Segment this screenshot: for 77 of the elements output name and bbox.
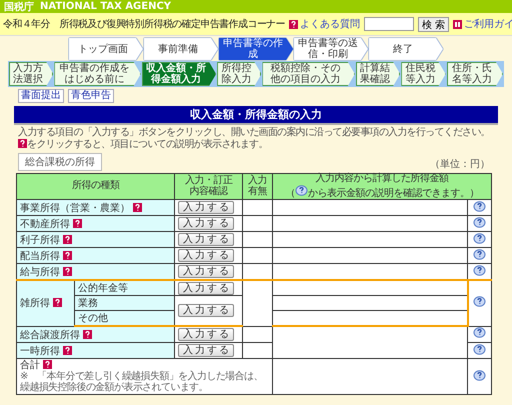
income-subtype-label: 業務 bbox=[78, 298, 98, 309]
help-icon[interactable] bbox=[18, 139, 27, 148]
search-field[interactable] bbox=[364, 17, 414, 31]
help-icon[interactable] bbox=[473, 200, 486, 212]
guide-link[interactable]: ご利用ガイ bbox=[453, 17, 512, 31]
input-button[interactable]: 入力する bbox=[178, 304, 234, 317]
income-type-label: 配当所得 bbox=[20, 250, 60, 262]
progress-step: 入力方法選択 bbox=[9, 62, 54, 86]
progress-step: 収入金額・所得金額入力 bbox=[142, 62, 216, 86]
input-button[interactable]: 入力する bbox=[178, 328, 234, 341]
page-title: 収入金額・所得金額の入力 bbox=[14, 106, 498, 125]
input-button[interactable]: 入力する bbox=[178, 201, 234, 214]
input-button[interactable]: 入力する bbox=[178, 265, 234, 278]
help-icon[interactable] bbox=[289, 20, 298, 28]
help-icon[interactable] bbox=[63, 346, 72, 354]
help-icon[interactable] bbox=[473, 296, 486, 308]
instruction-text: 入力する項目の「入力する」ボタンをクリックし、開いた画面の案内に沿って必要事項の入力を行ってください。 bbox=[18, 127, 491, 138]
income-category-tab[interactable]: 総合課税の所得 bbox=[18, 153, 102, 171]
income-subtype-label: その他 bbox=[78, 313, 108, 324]
progress-step: 計算結果確認 bbox=[356, 62, 400, 86]
total-note: ※ 「本年分で差し引く繰越損失額」を入力した場合は、繰越損失控除後の金額が表示されています。 bbox=[20, 371, 264, 393]
column-header: 有無 bbox=[247, 186, 268, 197]
income-type-label: 一時所得 bbox=[20, 346, 60, 356]
help-icon[interactable] bbox=[43, 360, 52, 369]
input-button[interactable]: 入力する bbox=[178, 217, 234, 230]
progress-step: 所得控除入力 bbox=[217, 62, 262, 86]
help-icon[interactable] bbox=[63, 266, 72, 276]
progress-step: 事前準備 bbox=[144, 38, 218, 60]
help-icon[interactable] bbox=[473, 264, 486, 276]
help-icon[interactable] bbox=[63, 234, 72, 244]
income-type-label: 不動産所得 bbox=[20, 218, 70, 230]
instruction-text: をクリックすると、項目についての説明が表示されます。 bbox=[27, 139, 268, 150]
income-type-label: 総合譲渡所得 bbox=[20, 330, 80, 340]
help-icon[interactable] bbox=[473, 232, 486, 244]
income-type-label: 利子所得 bbox=[20, 234, 60, 246]
progress-step: 住民税等入力 bbox=[401, 62, 446, 86]
input-button[interactable]: 入力する bbox=[178, 282, 234, 294]
agency-name: NATIONAL TAX AGENCY bbox=[40, 1, 172, 12]
income-type-label: 雑所得 bbox=[20, 298, 50, 310]
input-button[interactable]: 入力する bbox=[178, 249, 234, 262]
faq-link[interactable]: よくある質問 bbox=[289, 17, 360, 31]
unit-label: （単位：円） bbox=[430, 158, 490, 171]
column-header: 内容確認 bbox=[188, 186, 229, 197]
help-icon[interactable] bbox=[473, 248, 486, 260]
column-note: （ bbox=[285, 188, 295, 198]
search-button[interactable]: 検 索 bbox=[418, 16, 450, 32]
help-icon[interactable] bbox=[473, 344, 486, 354]
input-button[interactable]: 入力する bbox=[178, 233, 234, 246]
help-icon[interactable] bbox=[63, 250, 72, 260]
help-icon[interactable] bbox=[473, 327, 486, 338]
progress-step: 住所・氏名等入力 bbox=[446, 62, 503, 86]
form-type-button[interactable]: 青色申告 bbox=[68, 89, 114, 103]
column-header: 入力・訂正 bbox=[184, 176, 234, 186]
help-icon[interactable] bbox=[83, 330, 92, 338]
help-icon[interactable] bbox=[133, 202, 142, 212]
income-type-label: 事業所得（営業・農業） bbox=[20, 202, 130, 214]
book-icon bbox=[453, 20, 462, 28]
progress-step: 申告書等の作成 bbox=[219, 38, 293, 60]
progress-step: 申告書等の送信・印刷 bbox=[294, 38, 368, 60]
help-icon[interactable] bbox=[73, 218, 82, 228]
progress-step: 終了 bbox=[369, 38, 443, 60]
page-header-title: 令和４年分 所得税及び復興特別所得税の確定申告書作成コーナー bbox=[3, 18, 286, 31]
column-header: 入力 bbox=[247, 176, 268, 186]
form-type-button[interactable]: 書面提出 bbox=[18, 89, 64, 103]
input-button[interactable]: 入力する bbox=[178, 344, 234, 357]
progress-step: 申告書の作成をはじめる前に bbox=[54, 62, 141, 86]
progress-step: 税額控除・その他の項目の入力 bbox=[262, 62, 355, 86]
help-icon[interactable] bbox=[294, 184, 308, 196]
column-header: 所得の種類 bbox=[70, 181, 121, 192]
help-icon[interactable] bbox=[53, 298, 62, 308]
income-type-label: 給与所得 bbox=[20, 266, 60, 278]
total-label: 合計 bbox=[20, 360, 40, 371]
help-icon[interactable] bbox=[473, 370, 486, 380]
column-note: から表示金額の説明を確認できます。） bbox=[308, 188, 479, 198]
progress-step: トップ画面 bbox=[69, 38, 143, 60]
income-subtype-label: 公的年金等 bbox=[78, 283, 128, 294]
help-icon[interactable] bbox=[473, 216, 486, 228]
